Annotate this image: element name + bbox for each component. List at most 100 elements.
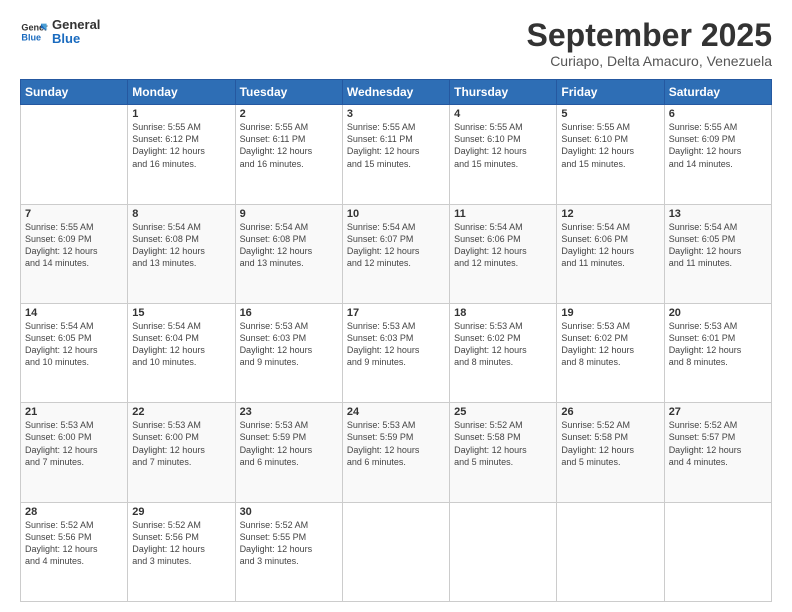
day-number: 7 <box>25 208 123 220</box>
header: General Blue General Blue September 2025… <box>20 18 772 69</box>
logo-icon: General Blue <box>20 18 48 46</box>
calendar-week-row: 14Sunrise: 5:54 AMSunset: 6:05 PMDayligh… <box>21 303 772 402</box>
table-cell: 19Sunrise: 5:53 AMSunset: 6:02 PMDayligh… <box>557 303 664 402</box>
day-number: 4 <box>454 108 552 120</box>
day-number: 5 <box>561 108 659 120</box>
day-info: Sunrise: 5:54 AMSunset: 6:08 PMDaylight:… <box>132 221 230 270</box>
logo-general: General <box>52 18 100 32</box>
day-number: 30 <box>240 506 338 518</box>
table-cell: 7Sunrise: 5:55 AMSunset: 6:09 PMDaylight… <box>21 204 128 303</box>
col-thursday: Thursday <box>450 80 557 105</box>
day-number: 19 <box>561 307 659 319</box>
table-cell: 21Sunrise: 5:53 AMSunset: 6:00 PMDayligh… <box>21 403 128 502</box>
day-info: Sunrise: 5:55 AMSunset: 6:09 PMDaylight:… <box>25 221 123 270</box>
day-number: 21 <box>25 406 123 418</box>
table-cell: 4Sunrise: 5:55 AMSunset: 6:10 PMDaylight… <box>450 105 557 204</box>
col-wednesday: Wednesday <box>342 80 449 105</box>
day-number: 25 <box>454 406 552 418</box>
day-info: Sunrise: 5:55 AMSunset: 6:11 PMDaylight:… <box>347 121 445 170</box>
col-monday: Monday <box>128 80 235 105</box>
day-info: Sunrise: 5:54 AMSunset: 6:05 PMDaylight:… <box>669 221 767 270</box>
location-subtitle: Curiapo, Delta Amacuro, Venezuela <box>527 53 772 69</box>
day-info: Sunrise: 5:52 AMSunset: 5:57 PMDaylight:… <box>669 419 767 468</box>
day-number: 3 <box>347 108 445 120</box>
day-info: Sunrise: 5:53 AMSunset: 6:02 PMDaylight:… <box>561 320 659 369</box>
day-number: 28 <box>25 506 123 518</box>
calendar-table: Sunday Monday Tuesday Wednesday Thursday… <box>20 79 772 602</box>
table-cell: 1Sunrise: 5:55 AMSunset: 6:12 PMDaylight… <box>128 105 235 204</box>
day-number: 24 <box>347 406 445 418</box>
table-cell: 25Sunrise: 5:52 AMSunset: 5:58 PMDayligh… <box>450 403 557 502</box>
day-info: Sunrise: 5:52 AMSunset: 5:58 PMDaylight:… <box>561 419 659 468</box>
table-cell: 5Sunrise: 5:55 AMSunset: 6:10 PMDaylight… <box>557 105 664 204</box>
table-cell: 27Sunrise: 5:52 AMSunset: 5:57 PMDayligh… <box>664 403 771 502</box>
day-info: Sunrise: 5:52 AMSunset: 5:56 PMDaylight:… <box>132 519 230 568</box>
day-info: Sunrise: 5:53 AMSunset: 6:00 PMDaylight:… <box>25 419 123 468</box>
day-number: 8 <box>132 208 230 220</box>
day-number: 11 <box>454 208 552 220</box>
day-number: 2 <box>240 108 338 120</box>
table-cell: 18Sunrise: 5:53 AMSunset: 6:02 PMDayligh… <box>450 303 557 402</box>
day-info: Sunrise: 5:54 AMSunset: 6:05 PMDaylight:… <box>25 320 123 369</box>
table-cell: 29Sunrise: 5:52 AMSunset: 5:56 PMDayligh… <box>128 502 235 601</box>
table-cell: 15Sunrise: 5:54 AMSunset: 6:04 PMDayligh… <box>128 303 235 402</box>
day-number: 16 <box>240 307 338 319</box>
table-cell: 2Sunrise: 5:55 AMSunset: 6:11 PMDaylight… <box>235 105 342 204</box>
table-cell: 10Sunrise: 5:54 AMSunset: 6:07 PMDayligh… <box>342 204 449 303</box>
table-cell: 9Sunrise: 5:54 AMSunset: 6:08 PMDaylight… <box>235 204 342 303</box>
table-cell: 3Sunrise: 5:55 AMSunset: 6:11 PMDaylight… <box>342 105 449 204</box>
day-info: Sunrise: 5:53 AMSunset: 6:01 PMDaylight:… <box>669 320 767 369</box>
day-number: 1 <box>132 108 230 120</box>
col-friday: Friday <box>557 80 664 105</box>
calendar-week-row: 7Sunrise: 5:55 AMSunset: 6:09 PMDaylight… <box>21 204 772 303</box>
day-number: 9 <box>240 208 338 220</box>
day-info: Sunrise: 5:54 AMSunset: 6:04 PMDaylight:… <box>132 320 230 369</box>
table-cell: 20Sunrise: 5:53 AMSunset: 6:01 PMDayligh… <box>664 303 771 402</box>
day-info: Sunrise: 5:53 AMSunset: 6:00 PMDaylight:… <box>132 419 230 468</box>
table-cell <box>21 105 128 204</box>
calendar-header-row: Sunday Monday Tuesday Wednesday Thursday… <box>21 80 772 105</box>
day-number: 18 <box>454 307 552 319</box>
table-cell: 6Sunrise: 5:55 AMSunset: 6:09 PMDaylight… <box>664 105 771 204</box>
day-info: Sunrise: 5:54 AMSunset: 6:07 PMDaylight:… <box>347 221 445 270</box>
day-info: Sunrise: 5:53 AMSunset: 5:59 PMDaylight:… <box>347 419 445 468</box>
col-saturday: Saturday <box>664 80 771 105</box>
day-number: 20 <box>669 307 767 319</box>
day-number: 27 <box>669 406 767 418</box>
col-tuesday: Tuesday <box>235 80 342 105</box>
day-number: 10 <box>347 208 445 220</box>
day-number: 14 <box>25 307 123 319</box>
day-number: 26 <box>561 406 659 418</box>
calendar-week-row: 1Sunrise: 5:55 AMSunset: 6:12 PMDaylight… <box>21 105 772 204</box>
table-cell <box>342 502 449 601</box>
day-number: 12 <box>561 208 659 220</box>
title-area: September 2025 Curiapo, Delta Amacuro, V… <box>527 18 772 69</box>
table-cell: 16Sunrise: 5:53 AMSunset: 6:03 PMDayligh… <box>235 303 342 402</box>
day-info: Sunrise: 5:52 AMSunset: 5:55 PMDaylight:… <box>240 519 338 568</box>
day-number: 13 <box>669 208 767 220</box>
day-info: Sunrise: 5:55 AMSunset: 6:11 PMDaylight:… <box>240 121 338 170</box>
day-info: Sunrise: 5:55 AMSunset: 6:10 PMDaylight:… <box>561 121 659 170</box>
table-cell: 30Sunrise: 5:52 AMSunset: 5:55 PMDayligh… <box>235 502 342 601</box>
svg-text:Blue: Blue <box>21 33 41 43</box>
table-cell: 26Sunrise: 5:52 AMSunset: 5:58 PMDayligh… <box>557 403 664 502</box>
day-number: 6 <box>669 108 767 120</box>
table-cell: 23Sunrise: 5:53 AMSunset: 5:59 PMDayligh… <box>235 403 342 502</box>
day-number: 29 <box>132 506 230 518</box>
day-number: 15 <box>132 307 230 319</box>
day-info: Sunrise: 5:54 AMSunset: 6:06 PMDaylight:… <box>561 221 659 270</box>
day-info: Sunrise: 5:53 AMSunset: 6:02 PMDaylight:… <box>454 320 552 369</box>
table-cell: 14Sunrise: 5:54 AMSunset: 6:05 PMDayligh… <box>21 303 128 402</box>
day-number: 23 <box>240 406 338 418</box>
day-info: Sunrise: 5:52 AMSunset: 5:58 PMDaylight:… <box>454 419 552 468</box>
table-cell: 11Sunrise: 5:54 AMSunset: 6:06 PMDayligh… <box>450 204 557 303</box>
day-info: Sunrise: 5:53 AMSunset: 6:03 PMDaylight:… <box>347 320 445 369</box>
day-info: Sunrise: 5:55 AMSunset: 6:12 PMDaylight:… <box>132 121 230 170</box>
table-cell: 8Sunrise: 5:54 AMSunset: 6:08 PMDaylight… <box>128 204 235 303</box>
page: General Blue General Blue September 2025… <box>0 0 792 612</box>
table-cell <box>664 502 771 601</box>
table-cell: 12Sunrise: 5:54 AMSunset: 6:06 PMDayligh… <box>557 204 664 303</box>
logo: General Blue General Blue <box>20 18 100 47</box>
day-info: Sunrise: 5:55 AMSunset: 6:09 PMDaylight:… <box>669 121 767 170</box>
col-sunday: Sunday <box>21 80 128 105</box>
